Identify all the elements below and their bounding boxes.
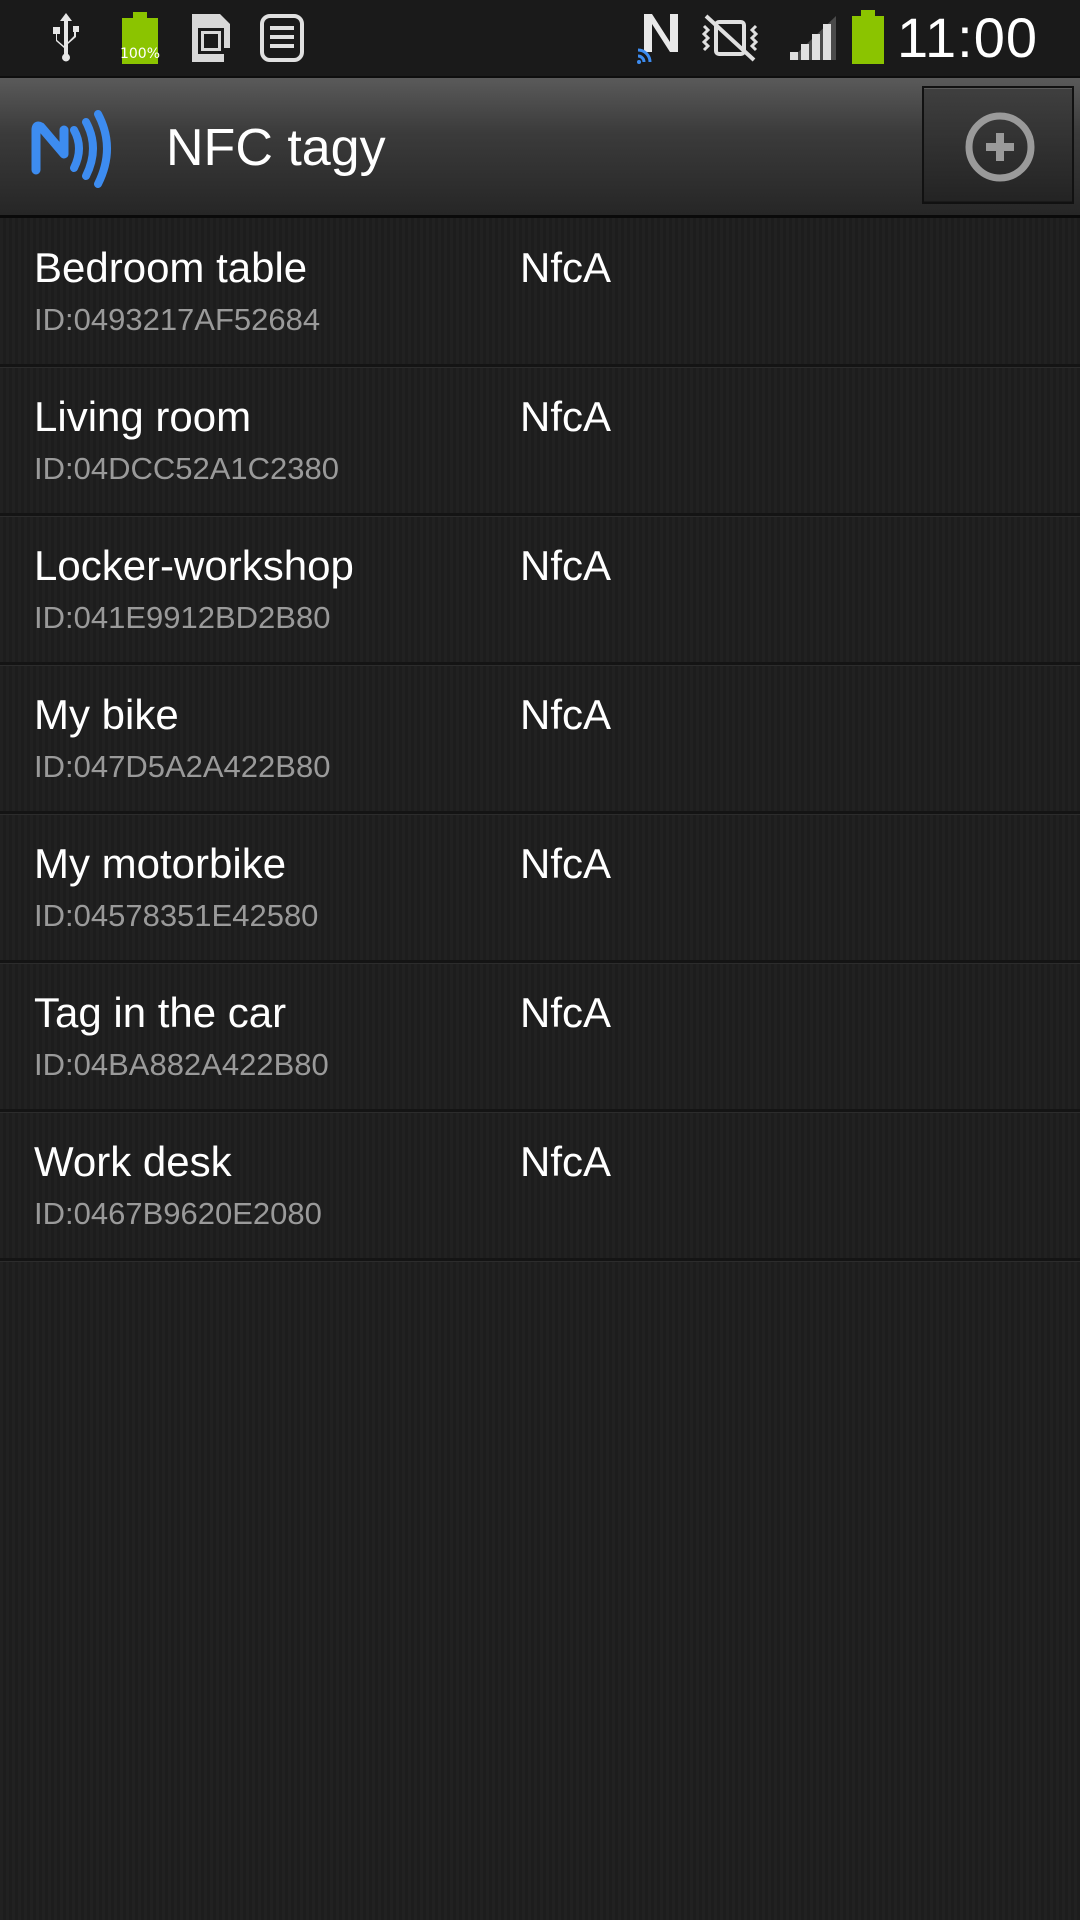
tag-id: ID:04BA882A422B80	[34, 1047, 329, 1082]
nfc-n-icon	[637, 14, 678, 64]
list-item[interactable]: My motorbike ID:04578351E42580 NfcA	[0, 814, 1080, 963]
list-item[interactable]: Living room ID:04DCC52A1C2380 NfcA	[0, 367, 1080, 516]
tag-type: NfcA	[520, 691, 612, 738]
list-item[interactable]: Work desk ID:0467B9620E2080 NfcA	[0, 1112, 1080, 1261]
tag-name: My motorbike	[34, 840, 287, 887]
tag-name: Tag in the car	[34, 989, 287, 1036]
status-bar: 100% 11:00	[0, 0, 1080, 76]
tag-id: ID:041E9912BD2B80	[34, 600, 331, 635]
tag-type: NfcA	[520, 1138, 612, 1185]
action-bar: NFC tagy	[0, 76, 1080, 218]
signal-icon	[790, 16, 836, 60]
tag-id: ID:04DCC52A1C2380	[34, 451, 340, 486]
tag-id: ID:04578351E42580	[34, 898, 319, 933]
tag-type: NfcA	[520, 393, 612, 440]
battery-status-icon	[852, 10, 884, 64]
tag-id: ID:0467B9620E2080	[34, 1196, 322, 1231]
tag-name: Bedroom table	[34, 244, 308, 291]
page-title: NFC tagy	[166, 119, 386, 177]
tag-type: NfcA	[520, 840, 612, 887]
tag-name: My bike	[34, 691, 179, 738]
tag-id: ID:0493217AF52684	[34, 302, 321, 337]
battery-percentage: 100%	[119, 46, 161, 62]
tag-name: Living room	[34, 393, 252, 440]
list-item[interactable]: Locker-workshop ID:041E9912BD2B80 NfcA	[0, 516, 1080, 665]
list-item[interactable]: My bike ID:047D5A2A422B80 NfcA	[0, 665, 1080, 814]
battery-icon: 100%	[116, 10, 164, 66]
clock: 11:00	[897, 6, 1038, 69]
tag-name: Locker-workshop	[34, 542, 354, 589]
usb-icon	[53, 13, 79, 62]
mute-icon	[701, 14, 759, 62]
add-circle-icon	[965, 112, 1035, 182]
sd-card-icon	[192, 14, 232, 62]
list-item[interactable]: Tag in the car ID:04BA882A422B80 NfcA	[0, 963, 1080, 1112]
add-tag-button[interactable]	[922, 86, 1074, 204]
tag-type: NfcA	[520, 989, 612, 1036]
screen: 100% 11:00 NFC tagy Bedroom table ID:049…	[0, 0, 1080, 1920]
tag-name: Work desk	[34, 1138, 232, 1185]
tag-list: Bedroom table ID:0493217AF52684 NfcA Liv…	[0, 218, 1080, 1261]
nfc-icon[interactable]	[30, 108, 114, 188]
tag-type: NfcA	[520, 244, 612, 291]
tag-type: NfcA	[520, 542, 612, 589]
list-item[interactable]: Bedroom table ID:0493217AF52684 NfcA	[0, 218, 1080, 367]
tag-id: ID:047D5A2A422B80	[34, 749, 331, 784]
notes-icon	[260, 14, 304, 62]
